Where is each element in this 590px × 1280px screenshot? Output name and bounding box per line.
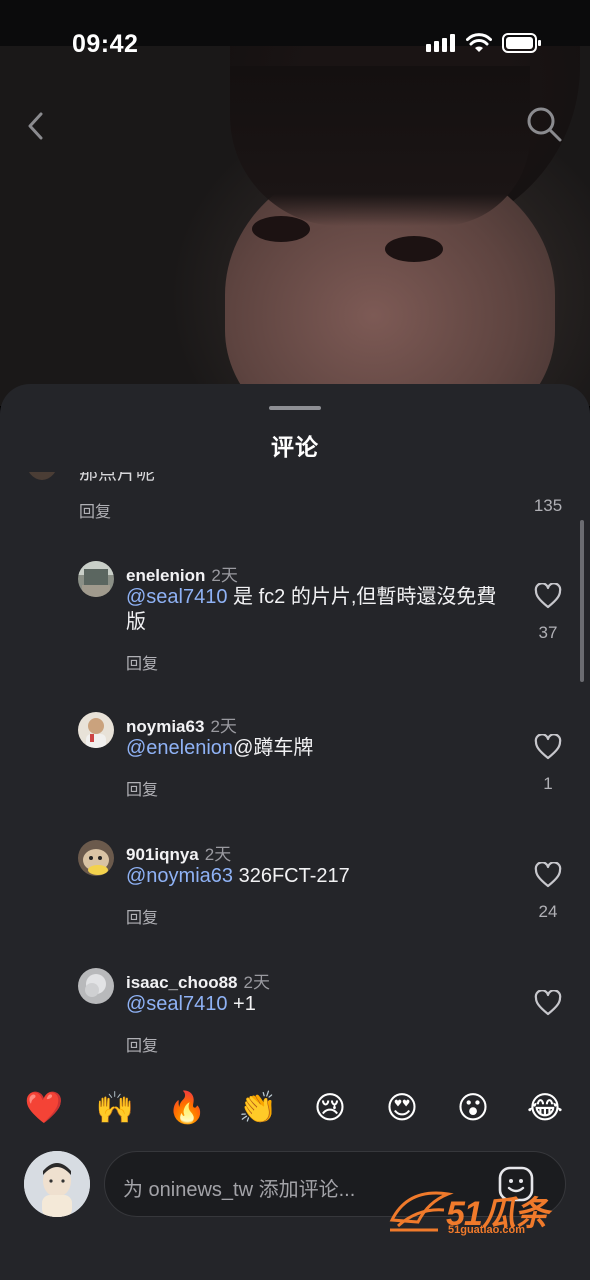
comment-time: 2天 <box>210 717 237 736</box>
comment-username[interactable]: isaac_choo88 <box>126 973 238 992</box>
video-background <box>0 46 590 406</box>
emoji-crying[interactable]: 😢 <box>310 1088 350 1128</box>
signal-icon <box>426 34 455 52</box>
mention-link[interactable]: @noymia63 <box>126 865 233 887</box>
avatar[interactable] <box>78 561 114 597</box>
status-time: 09:42 <box>72 30 139 58</box>
comment-body: 326FCT-217 <box>233 865 350 887</box>
scrollbar[interactable] <box>580 520 584 682</box>
avatar[interactable] <box>78 840 114 876</box>
reply-button[interactable]: 回复 <box>126 776 158 800</box>
avatar[interactable] <box>78 712 114 748</box>
emoji-heart[interactable]: ❤️ <box>24 1088 64 1128</box>
comment-input-placeholder: 为 oninews_tw 添加评论... <box>123 1179 356 1201</box>
comment-list[interactable]: 那点片呢 回复 135 enelenion 2天 @seal7410 是 fc2 … <box>0 472 590 1072</box>
reply-button[interactable]: 回复 <box>126 904 158 928</box>
heart-icon[interactable] <box>534 990 562 1016</box>
sheet-title: 评论 <box>271 434 319 460</box>
mention-link[interactable]: @enelenion <box>126 737 233 759</box>
partial-avatar[interactable] <box>26 472 58 480</box>
comment-text: @seal7410 +1 <box>126 992 506 1017</box>
heart-icon[interactable] <box>534 862 562 888</box>
photo-eye-right <box>385 236 443 262</box>
comment-time: 2天 <box>211 566 238 585</box>
search-icon[interactable] <box>524 104 564 144</box>
comment-text: @seal7410 是 fc2 的片片,但暫時還沒免費版 <box>126 585 506 635</box>
mention-link[interactable]: @seal7410 <box>126 586 227 608</box>
like-count: 37 <box>538 623 558 642</box>
reply-button[interactable]: 回复 <box>79 498 111 522</box>
back-arrow-icon[interactable] <box>22 108 52 144</box>
comment-item: enelenion 2天 @seal7410 是 fc2 的片片,但暫時還沒免費版… <box>0 561 590 691</box>
emoji-clap[interactable]: 👏 <box>238 1088 278 1128</box>
heart-icon[interactable] <box>534 734 562 760</box>
comment-header: enelenion 2天 <box>126 561 238 586</box>
comment-header: noymia63 2天 <box>126 712 237 737</box>
comment-item: 901iqnya 2天 @noymia63 326FCT-217 回复 24 <box>0 840 590 950</box>
reply-button[interactable]: 回复 <box>126 1032 158 1056</box>
current-user-avatar[interactable] <box>24 1151 90 1217</box>
comment-text: @enelenion@蹲车牌 <box>126 736 506 761</box>
partial-comment-text: 那点片呢 <box>79 472 156 484</box>
comment-header: 901iqnya 2天 <box>126 840 231 865</box>
emoji-laughing[interactable]: 😂 <box>525 1088 565 1128</box>
heart-icon[interactable] <box>534 583 562 609</box>
like-count: 1 <box>543 774 553 793</box>
emoji-surprised[interactable]: 😮 <box>453 1088 493 1128</box>
photo-bangs <box>230 66 530 226</box>
watermark-domain: 51guatiao.com <box>448 1224 526 1236</box>
photo-eye-left <box>252 216 310 242</box>
emoji-fire[interactable]: 🔥 <box>167 1088 207 1128</box>
like-count: 24 <box>538 902 558 921</box>
comment-item: isaac_choo88 2天 @seal7410 +1 回复 <box>0 968 590 1068</box>
status-icons <box>426 33 542 53</box>
comments-sheet: 评论 那点片呢 回复 135 enelenion 2天 @seal7410 是 … <box>0 384 590 1280</box>
emoji-quick-bar: ❤️ 🙌 🔥 👏 😢 😍 😮 😂 <box>0 1088 590 1130</box>
comment-time: 2天 <box>243 973 270 992</box>
emoji-heart-eyes[interactable]: 😍 <box>382 1088 422 1128</box>
sheet-drag-handle[interactable] <box>269 406 321 410</box>
comment-header: isaac_choo88 2天 <box>126 968 270 993</box>
status-bar: 09:42 <box>0 0 590 58</box>
avatar[interactable] <box>78 968 114 1004</box>
battery-icon <box>502 33 541 53</box>
partial-comment: 那点片呢 回复 135 <box>0 472 590 522</box>
comment-body: +1 <box>227 993 256 1015</box>
comment-username[interactable]: noymia63 <box>126 717 204 736</box>
comment-item: noymia63 2天 @enelenion@蹲车牌 回复 1 <box>0 712 590 822</box>
reply-button[interactable]: 回复 <box>126 650 158 674</box>
comment-text: @noymia63 326FCT-217 <box>126 864 506 889</box>
comment-time: 2天 <box>204 845 232 864</box>
comment-body: @蹲车牌 <box>233 737 314 759</box>
wifi-icon <box>466 33 492 52</box>
like-count: 135 <box>533 496 563 515</box>
mention-link[interactable]: @seal7410 <box>126 993 227 1015</box>
comment-username[interactable]: enelenion <box>126 566 205 585</box>
emoji-raised-hands[interactable]: 🙌 <box>95 1088 135 1128</box>
comment-username[interactable]: 901iqnya <box>126 845 199 864</box>
